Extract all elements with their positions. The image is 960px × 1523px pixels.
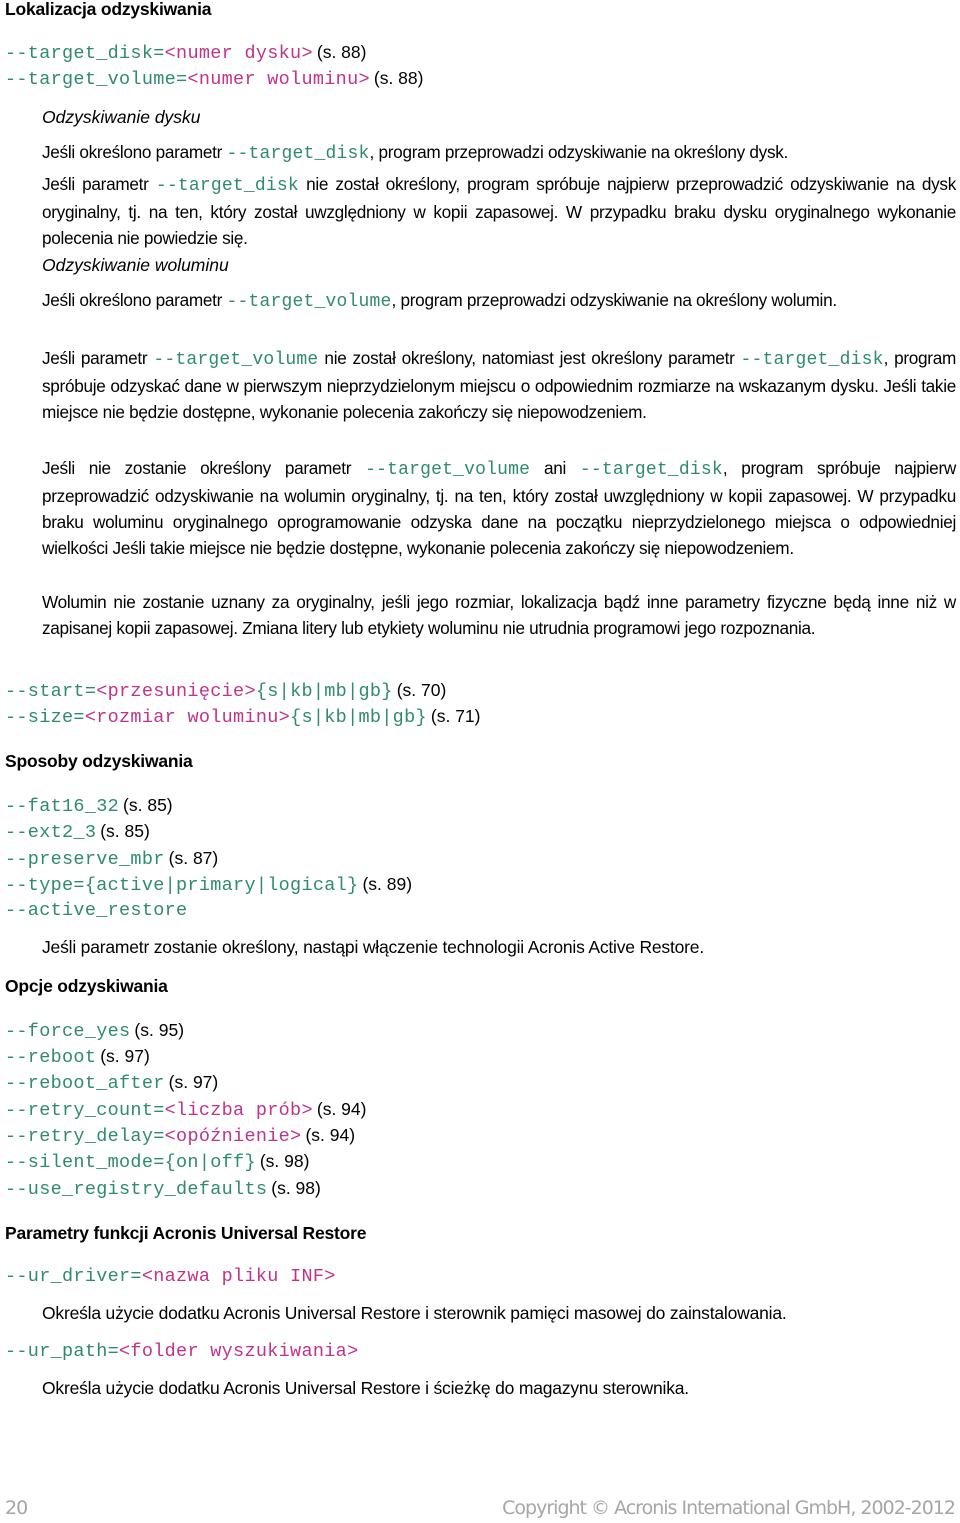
page-ref: (s. 70) <box>396 680 447 700</box>
param-line-retry-delay: --retry_delay=<opóźnienie> (s. 94) <box>5 1125 356 1147</box>
page-ref: (s. 85) <box>123 795 173 815</box>
param-line-silent-mode: --silent_mode={on|off} (s. 98) <box>5 1151 310 1173</box>
copyright-notice: Copyright © Acronis International GmbH, … <box>502 1497 956 1519</box>
param-line-type: --type={active|primary|logical} (s. 89) <box>5 874 413 896</box>
section-heading-universal-restore: Parametry funkcji Acronis Universal Rest… <box>5 1223 367 1243</box>
page-ref: (s. 71) <box>430 706 481 726</box>
param-line-use-registry-defaults: --use_registry_defaults (s. 98) <box>5 1178 321 1200</box>
paragraph-volume-4: Wolumin nie zostanie uznany za oryginaln… <box>42 592 956 638</box>
page-ref: (s. 89) <box>362 874 413 894</box>
paragraph-disk-1: Jeśli określono parametr --target_disk, … <box>42 142 789 164</box>
document-page: Lokalizacja odzyskiwania --target_disk=<… <box>0 0 960 1523</box>
param-line-force-yes: --force_yes (s. 95) <box>5 1020 185 1042</box>
paragraph-volume-2: Jeśli parametr --target_volume nie zosta… <box>42 348 956 422</box>
param-line-active-restore: --active_restore <box>5 900 188 921</box>
page-number: 20 <box>5 1497 28 1519</box>
subheading-volume: Odzyskiwanie woluminu <box>42 255 229 275</box>
section-heading-methods: Sposoby odzyskiwania <box>5 751 193 771</box>
paragraph-disk-2: Jeśli parametr --target_disk nie został … <box>42 174 956 248</box>
param-line-reboot: --reboot (s. 97) <box>5 1046 150 1068</box>
param-line-retry-count: --retry_count=<liczba prób> (s. 94) <box>5 1099 367 1121</box>
param-line-target-disk: --target_disk=<numer dysku> (s. 88) <box>5 42 367 64</box>
section-heading-location: Lokalizacja odzyskiwania <box>5 0 212 19</box>
page-ref: (s. 85) <box>100 821 150 841</box>
page-ref: (s. 98) <box>259 1151 310 1171</box>
param-line-ext2-3: --ext2_3 (s. 85) <box>5 821 150 843</box>
page-ref: (s. 97) <box>168 1072 219 1092</box>
ur-driver-description: Określa użycie dodatku Acronis Universal… <box>42 1303 787 1323</box>
param-line-fat16-32: --fat16_32 (s. 85) <box>5 795 173 817</box>
param-line-ur-path: --ur_path=<folder wyszukiwania> <box>5 1341 359 1362</box>
page-ref: (s. 98) <box>271 1178 321 1198</box>
page-ref: (s. 97) <box>100 1046 150 1066</box>
ur-path-description: Określa użycie dodatku Acronis Universal… <box>42 1378 689 1398</box>
subheading-disk: Odzyskiwanie dysku <box>42 107 201 127</box>
page-ref: (s. 88) <box>316 42 367 62</box>
page-ref: (s. 95) <box>134 1020 185 1040</box>
param-line-ur-driver: --ur_driver=<nazwa pliku INF> <box>5 1266 336 1287</box>
param-line-size: --size=<rozmiar woluminu>{s|kb|mb|gb} (s.… <box>5 706 481 728</box>
param-line-start: --start=<przesunięcie>{s|kb|mb|gb} (s. 70… <box>5 680 447 702</box>
paragraph-volume-1: Jeśli określono parametr --target_volume… <box>42 290 837 312</box>
page-ref: (s. 94) <box>316 1099 367 1119</box>
page-ref: (s. 88) <box>373 68 424 88</box>
param-line-preserve-mbr: --preserve_mbr (s. 87) <box>5 848 219 870</box>
param-line-target-volume: --target_volume=<numer woluminu> (s. 88) <box>5 68 424 90</box>
page-ref: (s. 94) <box>305 1125 356 1145</box>
param-line-reboot-after: --reboot_after (s. 97) <box>5 1072 219 1094</box>
page-ref: (s. 87) <box>168 848 219 868</box>
paragraph-volume-3: Jeśli nie zostanie określony parametr --… <box>42 458 956 558</box>
active-restore-description: Jeśli parametr zostanie określony, nastą… <box>42 937 704 957</box>
section-heading-options: Opcje odzyskiwania <box>5 976 168 996</box>
